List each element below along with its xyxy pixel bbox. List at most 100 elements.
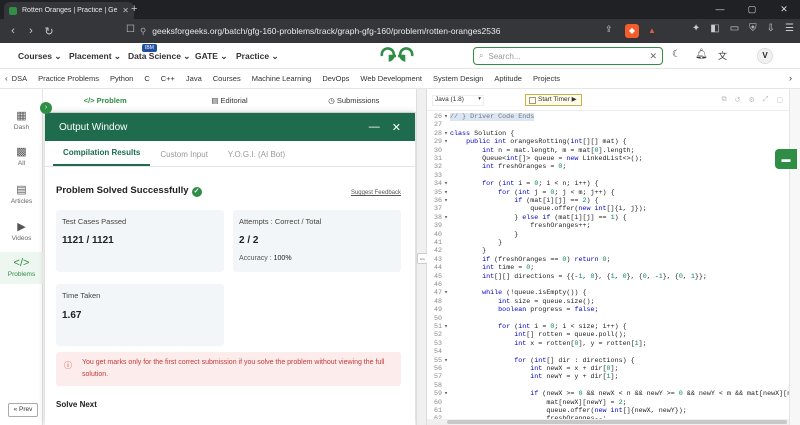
subnav-dsa[interactable]: DSA: [12, 74, 27, 83]
code-text: int newY = y + dir[1];: [530, 373, 619, 382]
tab-custom-input[interactable]: Custom Input: [150, 150, 218, 166]
subnav-practice-problems[interactable]: Practice Problems: [38, 74, 99, 83]
test-cases-value: 1121 / 1121: [62, 235, 114, 246]
menu-gate[interactable]: GATE ⌄: [195, 51, 227, 62]
settings-icon[interactable]: ⚙: [748, 96, 754, 104]
translate-icon[interactable]: 文: [718, 49, 727, 62]
panel-splitter[interactable]: ⇔: [416, 89, 428, 425]
reload-icon[interactable]: ↻: [40, 25, 58, 38]
warning-text: You get marks only for the first correct…: [82, 359, 385, 378]
search-icon: ⌕: [479, 51, 484, 60]
share-icon[interactable]: ⇪: [605, 24, 613, 35]
avatar[interactable]: V: [757, 48, 773, 64]
clear-icon[interactable]: ✕: [649, 51, 657, 62]
start-timer-button[interactable]: Start Timer ▶: [525, 94, 582, 106]
code-line[interactable]: 53 int x = rotten[0], y = rotten[1];: [427, 340, 647, 349]
subnav-web-development[interactable]: Web Development: [360, 74, 422, 83]
back-icon[interactable]: ‹: [4, 25, 22, 37]
expand-icon[interactable]: ›: [40, 102, 52, 114]
download-icon[interactable]: ⇩: [767, 23, 775, 34]
close-tab-icon[interactable]: ✕: [122, 6, 129, 15]
menu-courses[interactable]: Courses ⌄: [18, 51, 62, 62]
code-line[interactable]: 49 boolean progress = false;: [427, 306, 599, 315]
subnav-machine-learning[interactable]: Machine Learning: [252, 74, 312, 83]
gfg-favicon-icon: [9, 6, 17, 15]
close-output-icon[interactable]: ✕: [392, 121, 401, 134]
rail-all[interactable]: ▩ All: [0, 145, 43, 167]
close-window-icon[interactable]: ✕: [768, 0, 800, 19]
scroll-right-icon[interactable]: ›: [789, 73, 792, 83]
menu-practice[interactable]: Practice ⌄: [236, 51, 279, 62]
wallet-icon[interactable]: ▭: [730, 23, 739, 34]
menu-icon[interactable]: ☰: [785, 23, 794, 34]
tab-submissions[interactable]: ◷ Submissions: [292, 96, 416, 105]
reset-icon[interactable]: ↺: [735, 96, 741, 104]
code-line[interactable]: 57 int newY = y + dir[1];: [427, 373, 619, 382]
output-window-title: Output Window: [59, 121, 128, 133]
maximize-icon[interactable]: ▢: [736, 0, 768, 19]
dark-mode-icon[interactable]: ☾: [672, 49, 681, 60]
language-select[interactable]: Java (1.8) ▾: [432, 95, 484, 106]
chat-icon[interactable]: ▬: [775, 149, 797, 169]
problem-tabs: </> Problem ▤ Editorial ◷ Submissions: [43, 89, 416, 113]
subnav-cpp[interactable]: C++: [161, 74, 175, 83]
site-header: Courses ⌄ Placement ⌄ IBM Data Science ⌄…: [0, 43, 800, 69]
subnav-c[interactable]: C: [144, 74, 149, 83]
new-tab-icon[interactable]: +: [131, 3, 137, 15]
subnav-devops[interactable]: DevOps: [322, 74, 349, 83]
scroll-thumb[interactable]: [447, 420, 787, 424]
browser-tab[interactable]: Rotten Oranges | Practice | Gee ✕: [4, 2, 134, 19]
output-window: Output Window — ✕ Compilation Results Cu…: [45, 113, 415, 425]
subnav-courses[interactable]: Courses: [213, 74, 241, 83]
subnav-python[interactable]: Python: [110, 74, 133, 83]
test-cases-card: Test Cases Passed 1121 / 1121: [56, 210, 224, 272]
minimize-output-icon[interactable]: —: [369, 121, 380, 134]
search-input[interactable]: ⌕ Search... ✕: [473, 47, 663, 65]
forward-icon[interactable]: ›: [22, 25, 40, 37]
gfg-logo-icon[interactable]: [380, 47, 414, 65]
rail-videos[interactable]: ▶ Videos: [0, 220, 43, 242]
tab-editorial[interactable]: ▤ Editorial: [167, 96, 291, 105]
code-editor[interactable]: 26 ▾// } Driver Code Ends 27 28 ▾ class Solut…: [427, 111, 789, 425]
accuracy: Accuracy : 100%: [239, 255, 292, 262]
fullscreen-icon[interactable]: ⤢: [763, 96, 769, 104]
scroll-left-icon[interactable]: ‹: [5, 74, 8, 83]
code-text: int size = queue.size();: [498, 297, 595, 306]
tab-yogi-ai-bot[interactable]: Y.O.G.I. (AI Bot): [218, 150, 295, 166]
info-icon: ⓘ: [64, 361, 72, 370]
subnav-projects[interactable]: Projects: [533, 74, 560, 83]
site-info-icon[interactable]: ⚲: [140, 26, 146, 37]
menu-data-science[interactable]: Data Science ⌄: [128, 51, 190, 62]
vpn-icon[interactable]: ⛨: [749, 23, 757, 34]
suggest-feedback-link[interactable]: Suggest Feedback: [351, 190, 401, 196]
sidebar-icon[interactable]: ◧: [710, 23, 719, 34]
copy-icon[interactable]: ⧉: [722, 96, 727, 104]
rail-problems[interactable]: </> Problems: [0, 252, 43, 284]
code-text: for (int[] dir : directions) {: [514, 356, 635, 365]
toolbar-right-icons: ✦ ◧ ▭ ⛨ ⇩ ☰: [692, 23, 794, 34]
subnav-java[interactable]: Java: [186, 74, 202, 83]
subnav-system-design[interactable]: System Design: [433, 74, 483, 83]
notification-bell-icon[interactable]: 🔔︎: [695, 49, 708, 60]
tab-compilation-results[interactable]: Compilation Results: [53, 148, 151, 166]
menu-placement[interactable]: Placement ⌄: [69, 51, 121, 62]
bookmark-icon[interactable]: ☐: [126, 24, 135, 35]
address-bar[interactable]: ⚲ geeksforgeeks.org/batch/gfg-160-proble…: [140, 22, 600, 40]
horizontal-scrollbar[interactable]: [427, 419, 789, 425]
code-text: public int orangesRotting(int[][] mat) {: [466, 138, 627, 147]
brave-rewards-icon[interactable]: ▲: [645, 24, 659, 38]
tab-problem[interactable]: </> Problem: [43, 96, 167, 105]
right-scrollbar[interactable]: [789, 89, 800, 425]
prev-button[interactable]: « Prev: [8, 403, 38, 417]
rail-articles[interactable]: ▤ Articles: [0, 183, 43, 205]
time-taken-label: Time Taken: [62, 291, 101, 300]
code-text: int time = 0;: [482, 264, 535, 273]
layout-icon[interactable]: ▢: [776, 96, 783, 104]
minimize-icon[interactable]: —: [704, 0, 736, 19]
code-line[interactable]: 45 int[][] directions = {{-1, 0}, {1, 0}…: [427, 273, 707, 282]
browser-tabstrip: Rotten Oranges | Practice | Gee ✕ + — ▢ …: [0, 0, 800, 19]
subnav-aptitude[interactable]: Aptitude: [494, 74, 522, 83]
rail-dash[interactable]: ▦ Dash: [0, 109, 43, 131]
brave-shield-icon[interactable]: ◆: [625, 24, 639, 38]
extensions-icon[interactable]: ✦: [692, 23, 700, 34]
